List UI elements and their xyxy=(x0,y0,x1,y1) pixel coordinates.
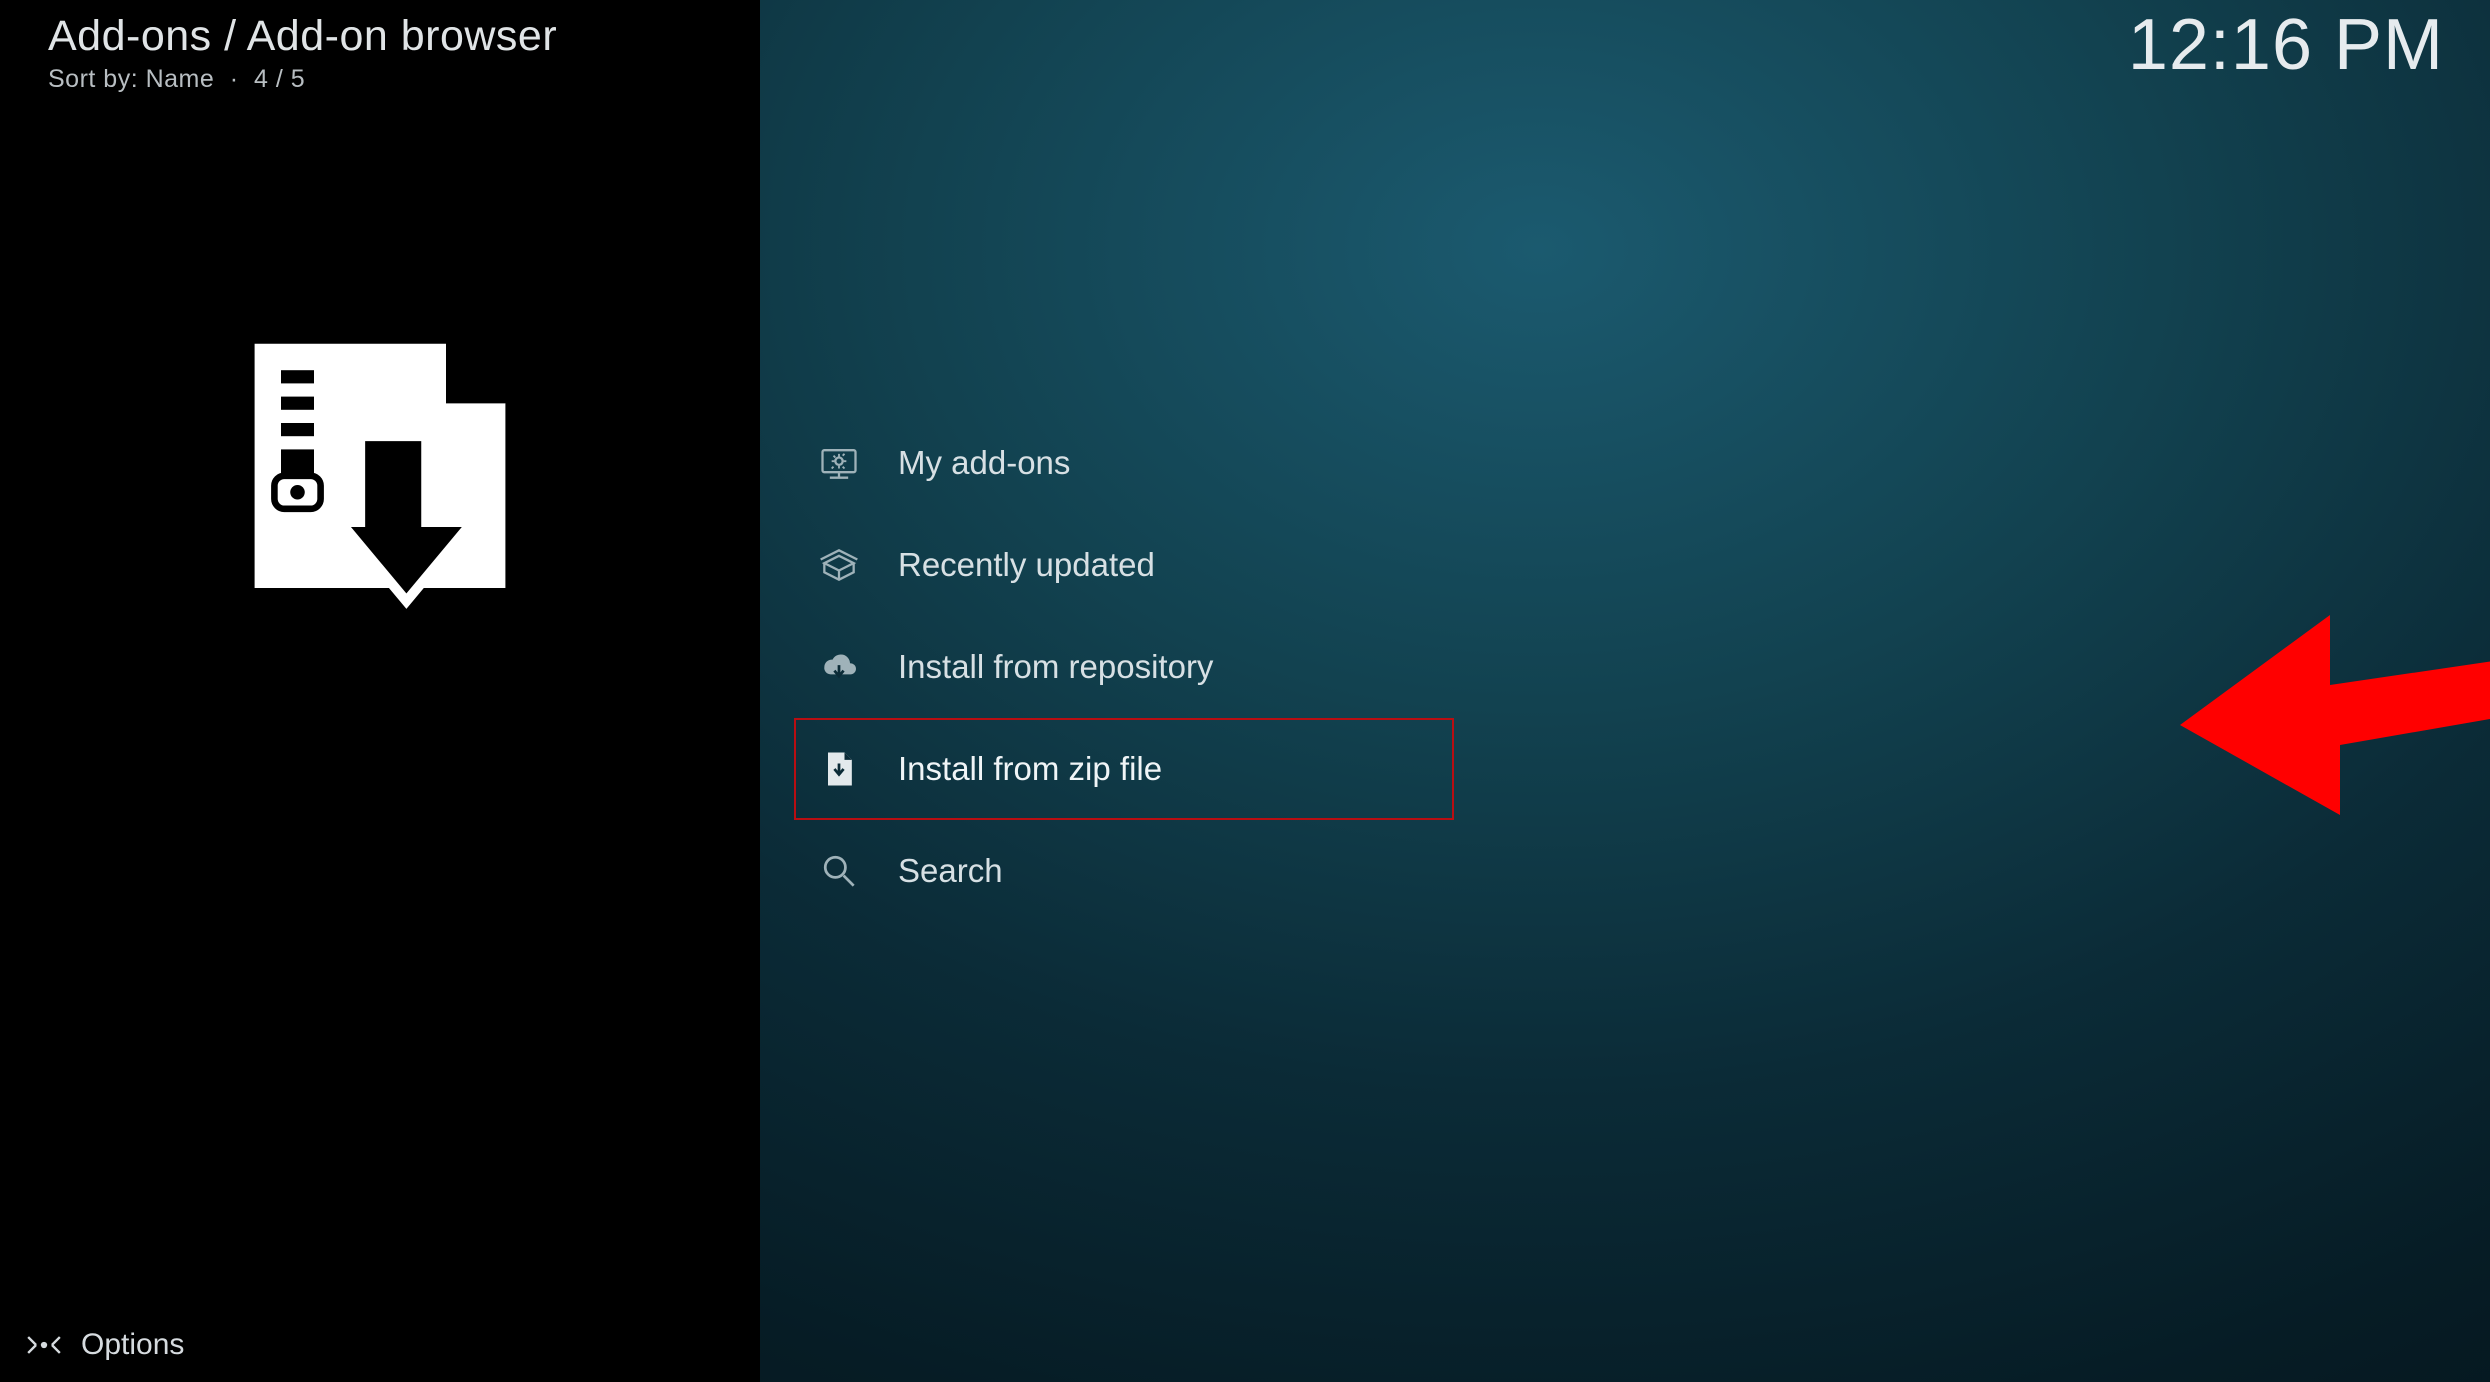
cloud-download-icon xyxy=(812,640,866,694)
menu-item-recently-updated[interactable]: Recently updated xyxy=(794,514,1454,616)
options-footer[interactable]: Options xyxy=(25,1326,184,1364)
options-label: Options xyxy=(81,1328,184,1362)
menu-item-search[interactable]: Search xyxy=(794,820,1454,922)
kodi-addon-browser: Add-ons / Add-on browser Sort by: Name ·… xyxy=(0,0,2490,1382)
content-panel: 12:16 PM My add-ons xyxy=(760,0,2490,1382)
monitor-addon-icon xyxy=(812,436,866,490)
context-artwork xyxy=(0,324,760,654)
sort-line: Sort by: Name · 4 / 5 xyxy=(48,65,712,94)
left-sidebar: Add-ons / Add-on browser Sort by: Name ·… xyxy=(0,0,760,1382)
clock: 12:16 PM xyxy=(2128,4,2444,86)
breadcrumb-title: Add-ons / Add-on browser xyxy=(48,12,712,61)
menu-item-install-from-repository[interactable]: Install from repository xyxy=(794,616,1454,718)
menu-item-label: Install from zip file xyxy=(898,750,1162,788)
separator-dot: · xyxy=(222,65,247,93)
menu-item-install-from-zip[interactable]: Install from zip file xyxy=(794,718,1454,820)
addon-menu: My add-ons Recently updated xyxy=(794,412,1454,922)
menu-item-label: Search xyxy=(898,852,1003,890)
zip-file-icon xyxy=(812,742,866,796)
zip-download-icon xyxy=(215,324,545,654)
annotation-arrow xyxy=(2180,555,2490,815)
sidebar-header: Add-ons / Add-on browser Sort by: Name ·… xyxy=(0,0,760,94)
open-box-icon xyxy=(812,538,866,592)
position-indicator: 4 / 5 xyxy=(254,65,305,93)
menu-item-my-addons[interactable]: My add-ons xyxy=(794,412,1454,514)
magnifier-icon xyxy=(812,844,866,898)
menu-item-label: Install from repository xyxy=(898,648,1213,686)
menu-item-label: Recently updated xyxy=(898,546,1155,584)
sort-label: Sort by: Name xyxy=(48,65,214,93)
menu-item-label: My add-ons xyxy=(898,444,1070,482)
options-icon xyxy=(25,1326,63,1364)
